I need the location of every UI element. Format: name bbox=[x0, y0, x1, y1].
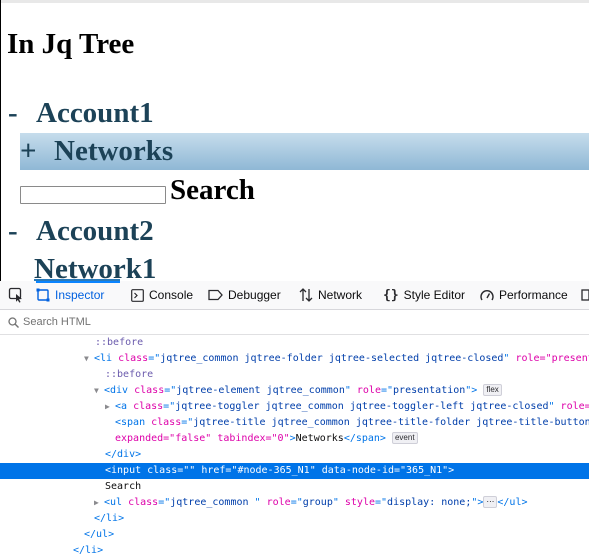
selected-node-markup[interactable]: <input class="" href="#node-365_N1" data… bbox=[105, 465, 454, 476]
tab-style-editor[interactable]: {} Style Editor bbox=[383, 281, 465, 309]
expanded-twisty-icon[interactable]: ▼ bbox=[94, 383, 104, 399]
markup-line[interactable]: ▶ <ul class="jqtree_common " role="group"… bbox=[0, 495, 589, 511]
search-icon bbox=[8, 316, 19, 328]
closing-tag: </li> bbox=[73, 545, 104, 554]
selected-markup-line[interactable]: <input class="" href="#node-365_N1" data… bbox=[0, 463, 589, 479]
tree-node-account2[interactable]: - Account2 bbox=[8, 215, 154, 248]
markup-line[interactable]: <span class="jqtree-title jqtree_common … bbox=[0, 415, 589, 431]
page-title: In Jq Tree bbox=[7, 28, 135, 60]
markup-line[interactable]: ▼ <div class="jqtree-element jqtree_commo… bbox=[0, 383, 589, 399]
text-node[interactable]: Networks bbox=[296, 433, 344, 444]
tree-node-title[interactable]: Account2 bbox=[36, 215, 154, 247]
attr-value[interactable]: jqtree_common jqtree-folder jqtree-selec… bbox=[160, 353, 503, 364]
collapse-toggler[interactable]: - bbox=[8, 215, 36, 248]
search-label: Search bbox=[170, 174, 255, 206]
markup-line[interactable]: ::before bbox=[0, 335, 589, 351]
closing-tag: </li> bbox=[94, 513, 125, 524]
attr-value[interactable]: group bbox=[303, 497, 333, 508]
attr-name[interactable]: role="present bbox=[515, 353, 589, 364]
tree-node-network1[interactable]: Network1 bbox=[34, 253, 156, 281]
tab-performance[interactable]: Performance bbox=[480, 281, 568, 309]
attr-name[interactable]: role= bbox=[561, 401, 589, 412]
console-icon bbox=[131, 288, 144, 302]
tree-node-account1[interactable]: - Account1 bbox=[8, 97, 154, 130]
markup-line[interactable]: </div> bbox=[0, 447, 589, 463]
tab-label: Network bbox=[318, 288, 363, 302]
element-picker-button[interactable] bbox=[8, 281, 28, 309]
braces-icon: {} bbox=[383, 287, 399, 303]
page-viewport: In Jq Tree - Account1 + Networks Search -A… bbox=[0, 0, 589, 281]
collapsed-twisty-icon[interactable]: ▶ bbox=[94, 495, 104, 511]
markup-line[interactable]: ▶ <a class="jqtree-toggler jqtree_common … bbox=[0, 399, 589, 415]
tab-label: Style Editor bbox=[403, 288, 466, 302]
expanded-twisty-icon[interactable]: ▼ bbox=[84, 351, 94, 367]
tab-network[interactable]: Network bbox=[299, 281, 362, 309]
search-html-input[interactable] bbox=[23, 316, 323, 328]
markup-line[interactable]: </li> bbox=[0, 543, 589, 554]
viewport-left-border bbox=[0, 0, 1, 281]
collapsed-twisty-icon[interactable]: ▶ bbox=[105, 399, 115, 415]
attr-value[interactable]: presentation bbox=[393, 385, 465, 396]
markup-line[interactable]: expanded="false" tabindex="0">Networks</… bbox=[0, 431, 589, 447]
tree-node-title[interactable]: Account1 bbox=[36, 97, 154, 129]
network-arrows-icon bbox=[299, 288, 313, 302]
tree-node-title[interactable]: Networks bbox=[54, 135, 173, 167]
collapse-toggler[interactable]: - bbox=[8, 97, 36, 130]
tab-label: Debugger bbox=[228, 288, 281, 302]
more-tools-button[interactable] bbox=[581, 281, 589, 309]
memory-icon bbox=[581, 289, 589, 301]
devtools-toolbar: Inspector Console Debugger Network {} St… bbox=[0, 281, 589, 310]
markup-line[interactable]: </li> bbox=[0, 511, 589, 527]
attr-value[interactable]: jqtree_common bbox=[170, 497, 254, 508]
markup-line[interactable]: Search bbox=[0, 479, 589, 495]
flex-badge[interactable]: flex bbox=[483, 384, 502, 396]
attr-value[interactable]: jqtree-element jqtree_common bbox=[176, 385, 345, 396]
markup-line[interactable]: </ul> bbox=[0, 527, 589, 543]
pseudo-element: ::before bbox=[105, 369, 154, 380]
tab-label: Console bbox=[149, 288, 194, 302]
viewport-top-border bbox=[0, 0, 589, 3]
search-input[interactable] bbox=[20, 186, 166, 204]
closing-tag: </div> bbox=[105, 449, 142, 460]
tab-inspector[interactable]: Inspector bbox=[36, 281, 104, 309]
tab-label: Performance bbox=[499, 288, 568, 302]
tree-node-title[interactable]: Network1 bbox=[34, 253, 156, 281]
markup-line[interactable]: ::before bbox=[0, 367, 589, 383]
tab-console[interactable]: Console bbox=[131, 281, 193, 309]
collapsed-children-badge[interactable]: ⋯ bbox=[483, 496, 498, 508]
tree-node-networks[interactable]: + Networks bbox=[20, 135, 173, 168]
debugger-icon bbox=[208, 289, 223, 301]
attr-value[interactable]: display: none; bbox=[387, 497, 471, 508]
devtools-panel: Inspector Console Debugger Network {} St… bbox=[0, 281, 589, 554]
inspector-icon bbox=[36, 288, 50, 302]
tab-label: Inspector bbox=[55, 288, 105, 302]
expand-toggler[interactable]: + bbox=[20, 135, 54, 168]
markup-line[interactable]: ▼ <li class="jqtree_common jqtree-folder … bbox=[0, 351, 589, 367]
gauge-icon bbox=[480, 289, 494, 300]
markup-tree: ::before ▼ <li class="jqtree_common jqtre… bbox=[0, 335, 589, 554]
event-badge[interactable]: event bbox=[391, 432, 418, 444]
element-picker-icon bbox=[8, 287, 22, 303]
attr-value[interactable]: jqtree-toggler jqtree_common jqtree-togg… bbox=[175, 401, 548, 412]
attr-value[interactable]: jqtree-title jqtree_common jqtree-title-… bbox=[193, 417, 589, 428]
tab-debugger[interactable]: Debugger bbox=[208, 281, 281, 309]
markup-search-bar bbox=[0, 310, 589, 335]
text-node[interactable]: Search bbox=[105, 481, 141, 492]
pseudo-element: ::before bbox=[95, 337, 144, 348]
closing-tag: </ul> bbox=[84, 529, 115, 540]
attr-name[interactable]: expanded="false" tabindex="0" bbox=[115, 433, 290, 444]
